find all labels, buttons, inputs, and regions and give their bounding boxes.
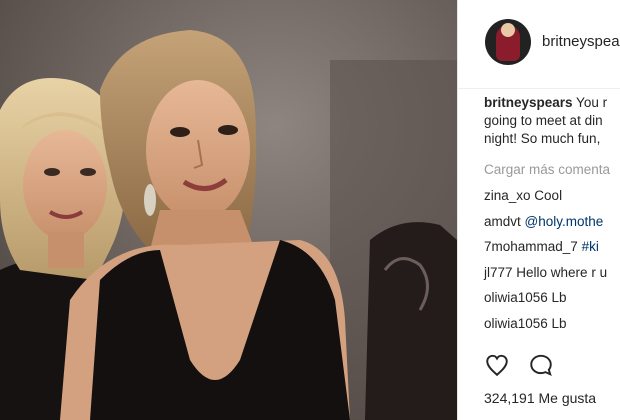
comment-text: Cool [530, 188, 563, 203]
instagram-post: britneyspears britneyspears You r going … [0, 0, 620, 420]
caption-username[interactable]: britneyspears [484, 95, 573, 110]
comments-list: zina_xo Cool amdvt @holy.mothe 7mohammad… [484, 186, 620, 339]
load-more-comments-link[interactable]: Cargar más comenta [484, 162, 610, 177]
comment-hashtag[interactable]: #ki [582, 239, 599, 254]
comment-mention[interactable]: @holy.mothe [525, 214, 604, 229]
avatar-head [501, 23, 515, 37]
likes-count[interactable]: 324,191 Me gusta [484, 390, 596, 406]
comment: jl777 Hello where r u [484, 263, 620, 289]
header-username[interactable]: britneyspears [542, 33, 620, 50]
comment: amdvt @holy.mothe [484, 212, 620, 238]
comment-username[interactable]: amdvt [484, 214, 521, 229]
comment-username[interactable]: 7mohammad_7 [484, 239, 578, 254]
comment-text: Lb [547, 290, 567, 305]
comment-username[interactable]: jl777 [484, 265, 513, 280]
comment-username[interactable]: oliwia1056 [484, 316, 548, 331]
heart-icon[interactable] [484, 352, 510, 378]
comment: zina_xo Cool [484, 186, 620, 212]
comment: 7mohammad_7 #ki [484, 237, 620, 263]
post-photo[interactable] [0, 0, 457, 420]
post-header: britneyspears [458, 0, 620, 89]
post-sidebar: britneyspears britneyspears You r going … [457, 0, 620, 420]
caption-line-2: going to meet at din [484, 113, 603, 128]
comment-username[interactable]: oliwia1056 [484, 290, 548, 305]
post-actions [484, 352, 620, 380]
comment-text: Lb [547, 315, 567, 331]
caption-line-3: night! So much fun, [484, 131, 601, 146]
comment: oliwia1056 Lb [484, 314, 620, 340]
comment-username[interactable]: zina_xo [484, 188, 531, 203]
comment: oliwia1056 Lb [484, 288, 620, 314]
post-caption: britneyspears You r going to meet at din… [484, 94, 620, 148]
comment-bubble-icon[interactable] [528, 352, 554, 378]
caption-line-1: You r [572, 95, 608, 110]
comment-text: Hello where r u [512, 264, 608, 280]
avatar[interactable] [485, 19, 531, 65]
photo-illustration [0, 0, 457, 420]
